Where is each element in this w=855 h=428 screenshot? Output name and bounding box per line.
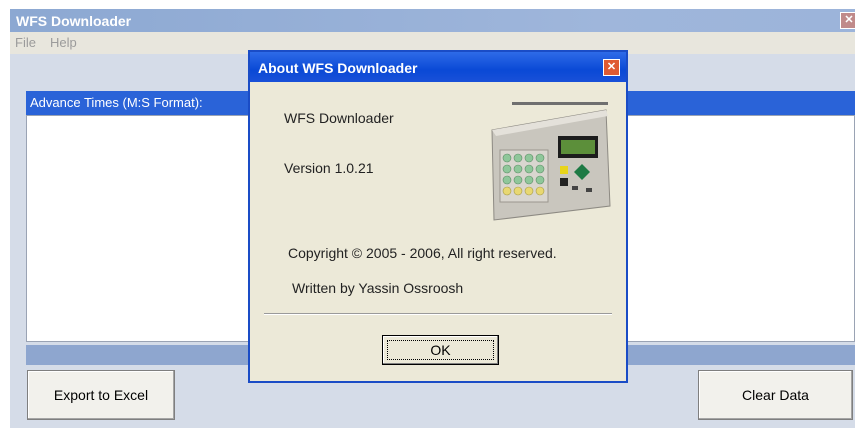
menu-help[interactable]: Help bbox=[50, 35, 77, 50]
wfs-device-image bbox=[486, 94, 614, 222]
list-header-label: Advance Times (M:S Format): bbox=[30, 95, 203, 110]
close-icon[interactable]: ✕ bbox=[603, 59, 620, 76]
separator bbox=[264, 313, 612, 315]
clear-data-button[interactable]: Clear Data bbox=[698, 370, 853, 420]
about-title-bar[interactable]: About WFS Downloader ✕ bbox=[250, 52, 626, 82]
about-dialog: About WFS Downloader ✕ WFS Downloader Ve… bbox=[248, 50, 628, 383]
copyright-text: Copyright © 2005 - 2006, All right reser… bbox=[288, 245, 557, 261]
main-window-title: WFS Downloader bbox=[16, 13, 132, 29]
ok-button[interactable]: OK bbox=[382, 335, 499, 365]
about-dialog-title: About WFS Downloader bbox=[258, 60, 418, 76]
version-label: Version 1.0.21 bbox=[284, 160, 374, 176]
menu-file[interactable]: File bbox=[15, 35, 36, 50]
main-title-bar[interactable]: WFS Downloader ✕ bbox=[10, 9, 855, 32]
ok-button-label: OK bbox=[387, 340, 494, 360]
close-icon[interactable]: ✕ bbox=[840, 12, 855, 29]
app-name: WFS Downloader bbox=[284, 110, 394, 126]
export-to-excel-button[interactable]: Export to Excel bbox=[27, 370, 175, 420]
author-text: Written by Yassin Ossroosh bbox=[292, 280, 464, 296]
